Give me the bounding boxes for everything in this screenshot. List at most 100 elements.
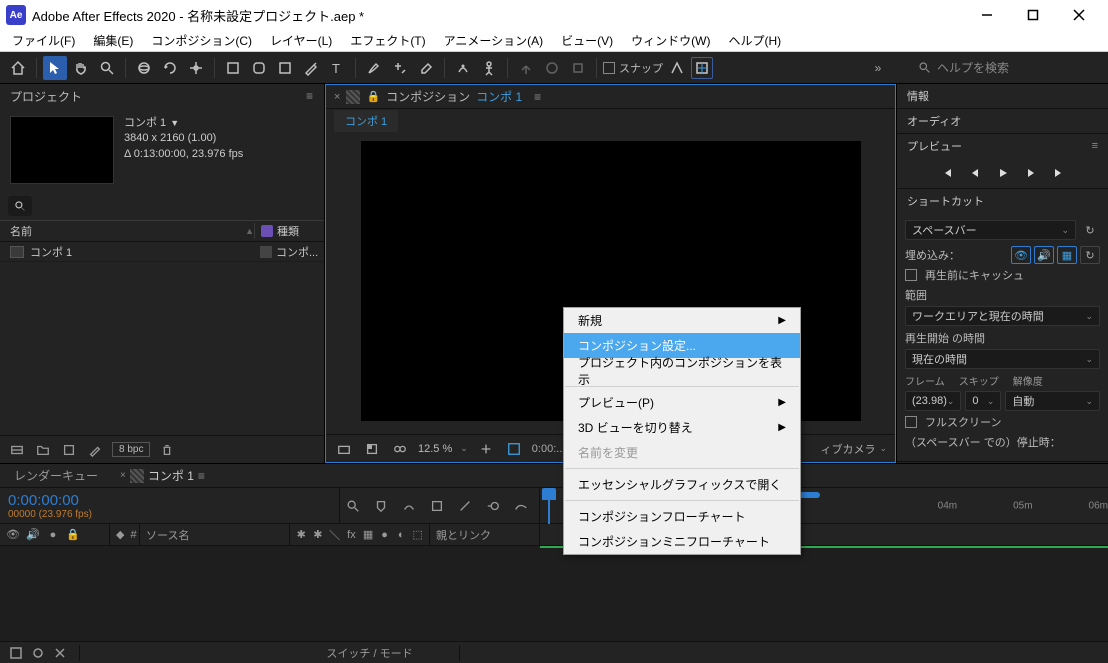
lock-col-icon[interactable]: 🔒 — [66, 528, 80, 541]
comp-marker-icon[interactable] — [371, 496, 391, 516]
hand-tool-icon[interactable] — [69, 56, 93, 80]
parent-link-header[interactable]: 親とリンク — [436, 527, 491, 543]
draft3d-icon[interactable] — [427, 496, 447, 516]
eraser-tool-icon[interactable] — [414, 56, 438, 80]
current-time-indicator[interactable] — [542, 488, 556, 523]
brush-tool-icon[interactable] — [362, 56, 386, 80]
source-name-header[interactable]: ソース名 — [146, 527, 189, 543]
menu-composition[interactable]: コンポジション(C) — [143, 30, 260, 51]
close-tab-icon[interactable]: × — [334, 91, 340, 103]
playstart-select[interactable]: 現在の時間⌄ — [905, 349, 1100, 369]
tab-render-queue[interactable]: レンダーキュー — [8, 465, 104, 486]
dropdown-icon[interactable]: ▼ — [170, 117, 179, 130]
roto-tool-icon[interactable] — [451, 56, 475, 80]
resolution-select[interactable]: 自動⌄ — [1005, 391, 1100, 411]
comp-tab-link[interactable]: コンポ 1 — [476, 88, 522, 105]
shy-icon[interactable] — [399, 496, 419, 516]
pen-tool-icon[interactable] — [299, 56, 323, 80]
eye-col-icon[interactable]: 👁 — [6, 528, 20, 541]
panel-grip-icon[interactable] — [346, 90, 360, 104]
menu-effect[interactable]: エフェクト(T) — [342, 30, 433, 51]
fullscreen-checkbox[interactable] — [905, 416, 917, 428]
motion-blur-icon[interactable] — [483, 496, 503, 516]
orbit-tool-icon[interactable] — [132, 56, 156, 80]
panel-menu-icon[interactable]: ≡ — [306, 89, 314, 103]
minimize-button[interactable] — [964, 0, 1010, 30]
ctx-switch-3d-view[interactable]: 3D ビューを切り替え▶ — [564, 415, 800, 440]
snap-toggle[interactable]: スナップ — [603, 60, 663, 76]
expand-panels-icon[interactable]: » — [868, 61, 888, 75]
roundrect-tool-icon[interactable] — [247, 56, 271, 80]
frame-select[interactable]: (23.98)⌄ — [905, 391, 961, 411]
shape-tool-icon[interactable] — [273, 56, 297, 80]
switch-mode-toggle[interactable]: スイッチ / モード — [326, 645, 412, 661]
mask-tool-icon[interactable] — [221, 56, 245, 80]
new-comp-icon[interactable] — [60, 441, 78, 459]
toggle-in-out-icon[interactable] — [52, 645, 68, 661]
bpc-indicator[interactable]: 8 bpc — [112, 442, 150, 457]
current-timecode[interactable]: 0:00:00:00 — [8, 492, 331, 509]
embed-overlay-icon[interactable]: ▦ — [1057, 246, 1077, 264]
audio-col-icon[interactable]: 🔊 — [26, 528, 40, 541]
project-item-row[interactable]: コンポ 1 コンポ... — [0, 242, 324, 262]
zoom-tool-icon[interactable] — [95, 56, 119, 80]
ctx-open-essential-graphics[interactable]: エッセンシャルグラフィックスで開く — [564, 472, 800, 497]
panel-menu-icon[interactable]: ≡ — [534, 90, 541, 104]
magnification-icon[interactable] — [334, 440, 354, 458]
timeline-body[interactable] — [0, 546, 1108, 641]
adjust-icon[interactable] — [86, 441, 104, 459]
toggle-switches-icon[interactable] — [8, 645, 24, 661]
ctx-reveal-in-project[interactable]: プロジェクト内のコンポジションを表示 — [564, 358, 800, 383]
frame-blend-icon[interactable] — [455, 496, 475, 516]
play-icon[interactable] — [994, 164, 1012, 182]
shortcut-select[interactable]: スペースバー⌄ — [905, 220, 1076, 240]
lock-icon[interactable]: 🔒 — [366, 90, 380, 103]
ctx-preview[interactable]: プレビュー(P)▶ — [564, 390, 800, 415]
close-button[interactable] — [1056, 0, 1102, 30]
resolution-icon[interactable] — [476, 440, 496, 458]
ctx-comp-mini-flowchart[interactable]: コンポジションミニフローチャート — [564, 529, 800, 554]
ctx-new[interactable]: 新規▶ — [564, 308, 800, 333]
menu-layer[interactable]: レイヤー(L) — [262, 30, 340, 51]
new-folder-icon[interactable] — [34, 441, 52, 459]
flow-tab[interactable]: コンポ 1 — [334, 110, 398, 132]
text-tool-icon[interactable]: T — [325, 56, 349, 80]
menu-window[interactable]: ウィンドウ(W) — [623, 30, 718, 51]
anchor-tool-icon[interactable] — [184, 56, 208, 80]
zoom-value[interactable]: 12.5 % — [418, 443, 452, 455]
embed-video-icon[interactable]: 👁 — [1011, 246, 1031, 264]
close-tab-icon[interactable]: × — [120, 470, 126, 481]
col-name-header[interactable]: 名前 — [10, 223, 32, 239]
camera-select[interactable]: ィブカメラ — [820, 441, 875, 457]
maximize-button[interactable] — [1010, 0, 1056, 30]
label-col-icon[interactable]: ◆ — [116, 528, 124, 541]
embed-audio-icon[interactable]: 🔊 — [1034, 246, 1054, 264]
snap-options-icon[interactable] — [665, 56, 689, 80]
project-search-icon[interactable] — [8, 196, 32, 216]
mask-view-icon[interactable] — [390, 440, 410, 458]
delete-icon[interactable] — [158, 441, 176, 459]
panel-menu-icon[interactable]: ≡ — [198, 469, 205, 483]
menu-animation[interactable]: アニメーション(A) — [436, 30, 552, 51]
reset-shortcut-icon[interactable]: ↻ — [1080, 221, 1100, 239]
clone-tool-icon[interactable] — [388, 56, 412, 80]
skip-select[interactable]: 0⌄ — [965, 391, 1001, 411]
panel-grip-icon[interactable] — [130, 469, 144, 483]
range-select[interactable]: ワークエリアと現在の時間⌄ — [905, 306, 1100, 326]
prev-frame-icon[interactable] — [966, 164, 984, 182]
last-frame-icon[interactable] — [1050, 164, 1068, 182]
puppet-tool-icon[interactable] — [477, 56, 501, 80]
solo-col-icon[interactable]: ● — [46, 529, 60, 541]
channel-icon[interactable] — [362, 440, 382, 458]
home-icon[interactable] — [6, 56, 30, 80]
menu-view[interactable]: ビュー(V) — [553, 30, 621, 51]
embed-loop-icon[interactable]: ↻ — [1080, 246, 1100, 264]
next-frame-icon[interactable] — [1022, 164, 1040, 182]
menu-edit[interactable]: 編集(E) — [85, 30, 141, 51]
transparency-grid-icon[interactable] — [504, 440, 524, 458]
graph-editor-icon[interactable] — [511, 496, 531, 516]
first-frame-icon[interactable] — [938, 164, 956, 182]
rotate-tool-icon[interactable] — [158, 56, 182, 80]
ctx-comp-flowchart[interactable]: コンポジションフローチャート — [564, 504, 800, 529]
label-badge-icon[interactable] — [261, 225, 273, 237]
